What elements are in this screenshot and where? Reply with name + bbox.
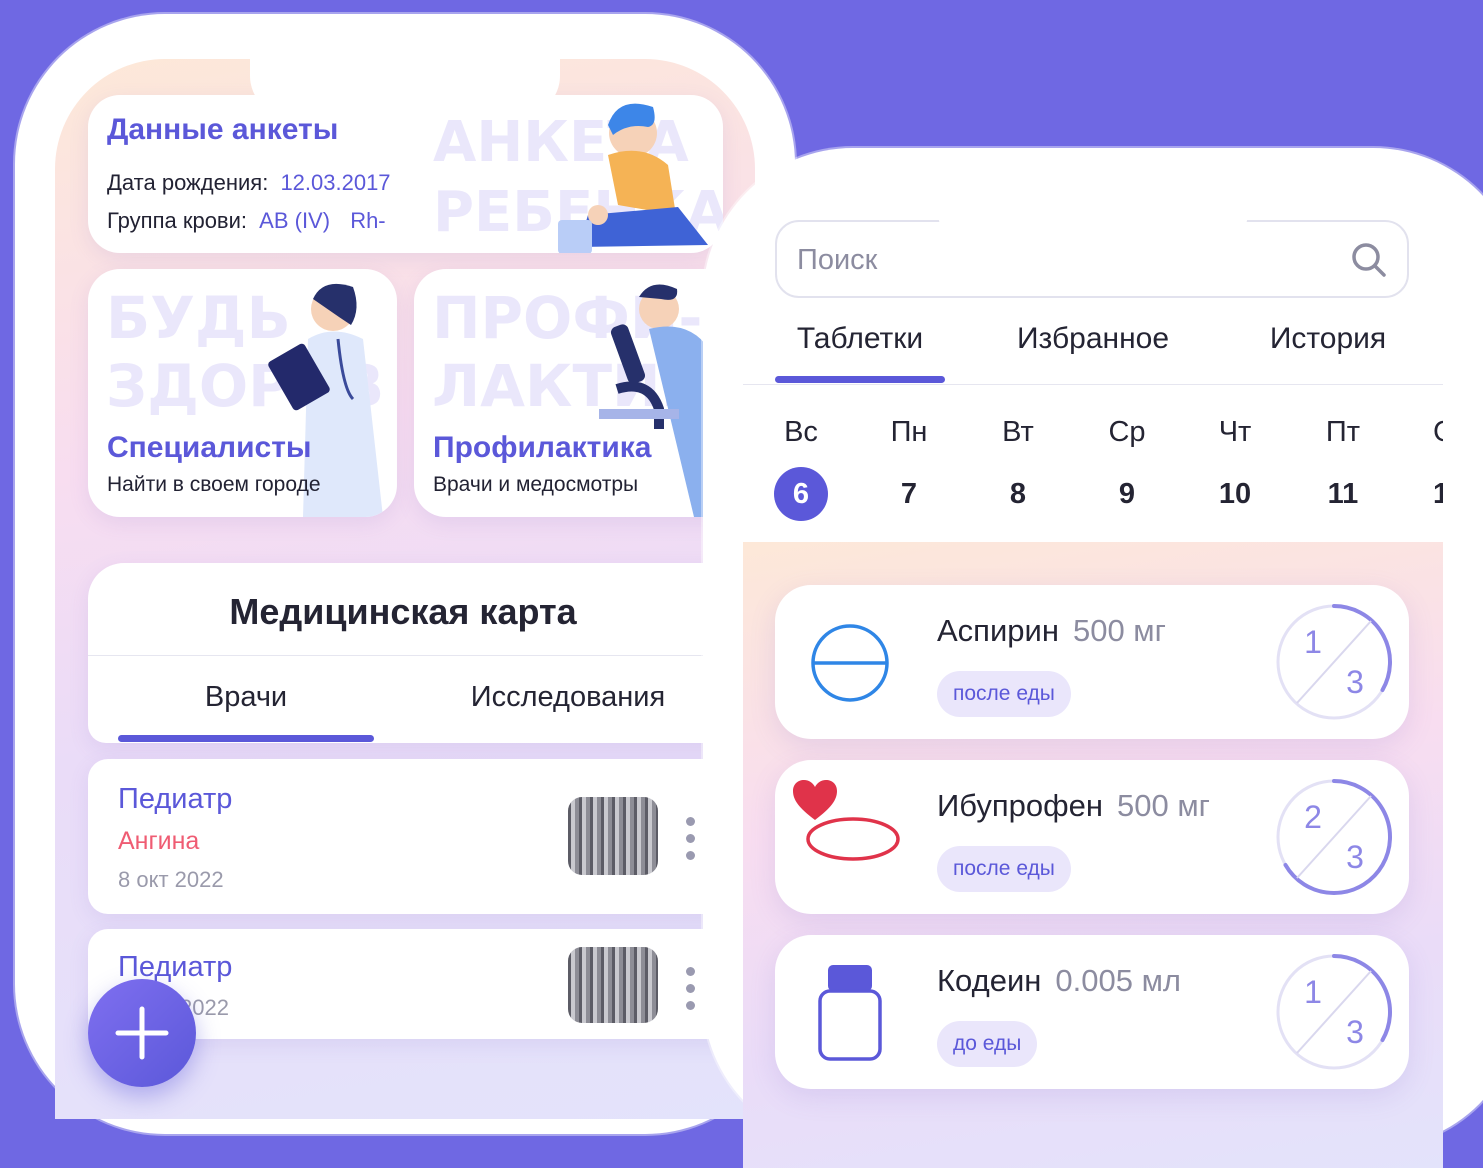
day-number: 8: [1009, 478, 1027, 510]
more-options-icon[interactable]: [686, 967, 696, 1013]
pill-tab-active-indicator: [775, 376, 945, 383]
day-name: Пн: [890, 416, 928, 448]
day-number-selected: 6: [774, 467, 828, 521]
drug-name-row: Аспирин 500 мг: [937, 613, 1166, 649]
day-name: Чт: [1218, 416, 1252, 448]
tabs-divider: [743, 384, 1443, 385]
tab-history[interactable]: История: [1233, 322, 1423, 356]
doses-total: 3: [1346, 839, 1364, 875]
round-tablet-icon: [811, 624, 889, 702]
drug-name-row: Кодеин 0.005 мл: [937, 963, 1181, 999]
blood-group-label: Группа крови:: [107, 208, 248, 233]
blood-group-row: Группа крови: AB (IV) Rh-: [107, 208, 386, 234]
day-number: 1: [1433, 478, 1443, 510]
drug-dose: 500 мг: [1117, 788, 1210, 823]
day-column[interactable]: Чт 10: [1197, 416, 1273, 521]
medical-card-divider: [88, 655, 748, 656]
bottle-icon: [818, 965, 882, 1061]
dose-progress-ring[interactable]: 1 3: [1275, 603, 1393, 721]
tab-pills[interactable]: Таблетки: [775, 322, 945, 356]
specialists-card[interactable]: БУДЬ ЗДОРОВ Специалисты Найти в своем го…: [88, 269, 397, 517]
plus-icon: [115, 1006, 169, 1060]
visit-date: 8 окт 2022: [118, 867, 224, 892]
more-options-icon[interactable]: [686, 817, 696, 863]
right-phone-screen: Поиск Таблетки Избранное История Вс 6 Пн…: [743, 188, 1443, 1168]
drug-name: Кодеин: [937, 963, 1042, 998]
medical-card-title: Медицинская карта: [229, 591, 577, 632]
birth-date-value: 12.03.2017: [280, 170, 391, 195]
birth-date-label: Дата рождения:: [107, 170, 269, 195]
child-illustration: [558, 103, 708, 253]
day-column[interactable]: Пн 7: [871, 416, 947, 521]
oval-tablet-icon: [806, 817, 900, 861]
profile-title: Данные анкеты: [107, 113, 339, 146]
birth-date-row: Дата рождения: 12.03.2017: [107, 170, 391, 196]
drug-dose: 0.005 мл: [1055, 963, 1181, 998]
day-name: С: [1433, 416, 1443, 449]
day-column[interactable]: Пт 11: [1305, 416, 1381, 521]
dose-progress-ring[interactable]: 2 3: [1275, 778, 1393, 896]
drug-name-row: Ибупрофен 500 мг: [937, 788, 1210, 824]
day-column[interactable]: Вт 8: [980, 416, 1056, 521]
right-phone-notch: [938, 148, 1248, 250]
intake-note-badge: после еды: [937, 671, 1071, 717]
doses-taken: 1: [1304, 624, 1322, 660]
document-thumbnail[interactable]: [568, 797, 658, 875]
intake-note-badge: после еды: [937, 846, 1071, 892]
tab-active-indicator: [118, 735, 374, 742]
specialists-subtitle: Найти в своем городе: [107, 473, 321, 496]
right-phone-frame: Поиск Таблетки Избранное История Вс 6 Пн…: [703, 148, 1483, 1168]
intake-note-badge: до еды: [937, 1021, 1038, 1067]
search-icon[interactable]: [1349, 240, 1389, 280]
add-button[interactable]: [88, 979, 196, 1087]
visit-item[interactable]: Педиатр Ангина 8 окт 2022: [88, 759, 748, 914]
left-phone-notch: [250, 14, 560, 116]
left-phone-frame: АНКЕТА РЕБЕНКА Данные анкеты Дата рожден…: [15, 14, 795, 1134]
day-name: Ср: [1108, 416, 1146, 448]
medical-card-panel: Медицинская карта Врачи Исследования: [88, 563, 748, 743]
day-number: 11: [1327, 478, 1359, 510]
tab-favorites[interactable]: Избранное: [983, 322, 1203, 356]
pill-card[interactable]: Ибупрофен 500 мг после еды 2 3: [775, 760, 1409, 914]
day-number: 9: [1118, 478, 1136, 510]
doses-taken: 2: [1304, 799, 1322, 835]
left-phone-screen: АНКЕТА РЕБЕНКА Данные анкеты Дата рожден…: [55, 59, 755, 1119]
dose-progress-ring[interactable]: 1 3: [1275, 953, 1393, 1071]
prevention-subtitle: Врачи и медосмотры: [433, 473, 639, 496]
doses-taken: 1: [1304, 974, 1322, 1010]
profile-card[interactable]: АНКЕТА РЕБЕНКА Данные анкеты Дата рожден…: [88, 95, 723, 253]
day-number: 7: [900, 478, 918, 510]
day-name: Вт: [1002, 416, 1034, 448]
day-column[interactable]: Ср 9: [1089, 416, 1165, 521]
drug-name: Аспирин: [937, 613, 1059, 648]
tab-doctors[interactable]: Врачи: [118, 681, 374, 714]
pill-card[interactable]: Аспирин 500 мг после еды 1 3: [775, 585, 1409, 739]
visit-diagnosis: Ангина: [118, 827, 200, 855]
day-column[interactable]: С 1: [1433, 416, 1443, 521]
doses-total: 3: [1346, 1014, 1364, 1050]
document-thumbnail[interactable]: [568, 947, 658, 1023]
doses-total: 3: [1346, 664, 1364, 700]
prevention-title: Профилактика: [433, 431, 652, 464]
drug-name: Ибупрофен: [937, 788, 1103, 823]
tab-research[interactable]: Исследования: [418, 681, 718, 714]
day-name: Вс: [784, 416, 818, 448]
day-column[interactable]: Вс 6: [763, 416, 839, 521]
specialists-title: Специалисты: [107, 431, 312, 464]
day-number: 10: [1218, 478, 1252, 510]
drug-dose: 500 мг: [1072, 613, 1166, 648]
search-input[interactable]: Поиск: [797, 244, 877, 277]
prevention-card[interactable]: ПРОФИ- ЛАКТИКА Профилактика Врачи и медо…: [414, 269, 744, 517]
pill-list-area: Аспирин 500 мг после еды 1 3 Ибупрофен 5…: [743, 542, 1443, 1168]
visit-doctor: Педиатр: [118, 783, 233, 815]
blood-group-value: AB (IV): [259, 208, 331, 233]
rh-value: Rh-: [350, 208, 386, 233]
day-name: Пт: [1325, 416, 1361, 448]
